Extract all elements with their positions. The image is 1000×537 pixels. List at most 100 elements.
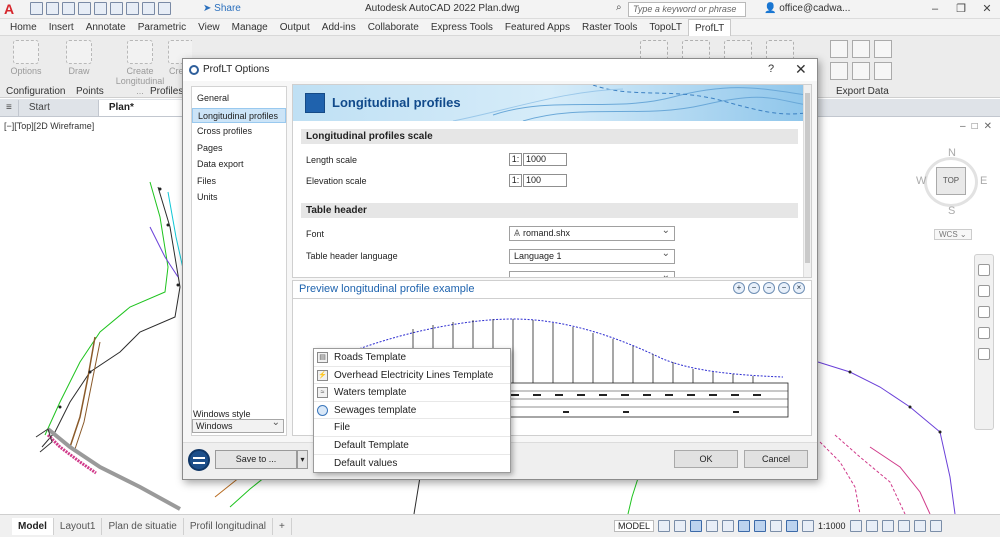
polar-icon[interactable] <box>706 520 719 532</box>
nav-item-data-export[interactable]: Data export <box>192 157 286 173</box>
wcs-menu[interactable]: WCS ⌄ <box>934 229 972 240</box>
showmotion-icon[interactable] <box>978 348 990 360</box>
add-layout-button[interactable]: + <box>273 517 292 535</box>
viewport-label[interactable]: [−][Top][2D Wireframe] <box>4 121 94 131</box>
export-table-icon[interactable] <box>830 40 848 58</box>
minimize-button[interactable]: – <box>922 0 948 19</box>
open-web-icon[interactable] <box>94 2 107 15</box>
file-tab-plan[interactable]: Plan* <box>98 100 185 116</box>
file-tabs-menu-icon[interactable]: ≡ <box>0 100 19 116</box>
new-file-icon[interactable] <box>30 2 43 15</box>
nav-item-units[interactable]: Units <box>192 190 286 206</box>
proflt-menu-icon[interactable] <box>188 449 210 471</box>
tab-raster-tools[interactable]: Raster Tools <box>576 19 643 36</box>
nav-item-longitudinal-profiles[interactable]: Longitudinal profiles <box>192 107 286 123</box>
options-button[interactable]: Options <box>8 40 44 76</box>
redo-icon[interactable] <box>142 2 155 15</box>
layout-tab-model[interactable]: Model <box>12 517 54 535</box>
tab-express-tools[interactable]: Express Tools <box>425 19 499 36</box>
tab-annotate[interactable]: Annotate <box>80 19 132 36</box>
zoom-window-icon[interactable]: − <box>763 282 775 294</box>
steering-wheel-icon[interactable] <box>978 264 990 276</box>
add-icon[interactable] <box>865 520 878 532</box>
save-as-icon[interactable] <box>78 2 91 15</box>
menu-item-sewages-template[interactable]: Sewages template <box>314 402 510 420</box>
hardware-acceleration-icon[interactable] <box>897 520 910 532</box>
object-snap-tracking-icon[interactable] <box>738 520 751 532</box>
orbit-icon[interactable] <box>978 327 990 339</box>
zoom-icon[interactable] <box>978 306 990 318</box>
menu-item-electricity-template[interactable]: ⚡ Overhead Electricity Lines Template <box>314 367 510 385</box>
ortho-icon[interactable] <box>690 520 703 532</box>
zoom-reset-icon[interactable]: × <box>793 282 805 294</box>
pan-icon[interactable] <box>978 285 990 297</box>
object-snap-icon[interactable] <box>754 520 767 532</box>
isolate-icon[interactable] <box>881 520 894 532</box>
save-to-button[interactable]: Save to ... <box>215 450 297 469</box>
grid-icon[interactable] <box>658 520 671 532</box>
save-to-dropdown-arrow[interactable]: ▾ <box>297 450 308 469</box>
elevation-scale-input[interactable]: 100 <box>523 174 567 187</box>
compass-north[interactable]: N <box>948 147 956 159</box>
annotation-scale[interactable]: 1:1000 <box>818 521 846 531</box>
viewport-maximize-button[interactable]: □ <box>972 121 978 132</box>
ok-button[interactable]: OK <box>674 450 738 468</box>
export-chart-icon[interactable] <box>852 62 870 80</box>
nav-item-pages[interactable]: Pages <box>192 141 286 157</box>
windows-style-select[interactable]: Windows <box>192 417 284 433</box>
restore-button[interactable]: ❐ <box>948 0 974 19</box>
search-icon[interactable]: ⌕ <box>616 2 622 13</box>
save-icon[interactable] <box>62 2 75 15</box>
tab-home[interactable]: Home <box>4 19 43 36</box>
nav-item-files[interactable]: Files <box>192 174 286 190</box>
lineweight-icon[interactable] <box>770 520 783 532</box>
tab-manage[interactable]: Manage <box>226 19 274 36</box>
menu-item-roads-template[interactable]: ▤ Roads Template <box>314 349 510 367</box>
autocad-logo-icon[interactable]: A <box>4 1 22 18</box>
menu-item-default-template[interactable]: Default Template <box>314 437 510 455</box>
settings-scrollbar[interactable] <box>803 85 811 277</box>
scrollbar-thumb[interactable] <box>805 93 810 263</box>
dialog-close-button[interactable]: ✕ <box>795 61 807 78</box>
nav-item-general[interactable]: General <box>192 91 286 107</box>
tab-output[interactable]: Output <box>274 19 316 36</box>
viewport-close-button[interactable]: ✕ <box>984 121 992 132</box>
tab-view[interactable]: View <box>192 19 226 36</box>
zoom-extents-icon[interactable]: − <box>778 282 790 294</box>
compass-west[interactable]: W <box>916 175 926 187</box>
print-icon[interactable] <box>110 2 123 15</box>
export-excel-icon[interactable] <box>830 62 848 80</box>
snap-icon[interactable] <box>674 520 687 532</box>
tab-insert[interactable]: Insert <box>43 19 80 36</box>
layout-tab-layout1[interactable]: Layout1 <box>54 517 103 535</box>
layout-tab-plan-de-situatie[interactable]: Plan de situatie <box>102 517 184 535</box>
zoom-in-icon[interactable]: + <box>733 282 745 294</box>
viewport-minimize-button[interactable]: – <box>960 121 966 132</box>
model-space-toggle[interactable]: MODEL <box>614 520 655 532</box>
cancel-button[interactable]: Cancel <box>744 450 808 468</box>
draw-button[interactable]: Draw <box>64 40 94 76</box>
workspace-icon[interactable] <box>158 2 171 15</box>
export-profile-icon[interactable] <box>874 40 892 58</box>
menu-item-default-values[interactable]: Default values <box>314 455 510 473</box>
auto-scale-icon[interactable] <box>802 520 815 532</box>
compass-east[interactable]: E <box>980 175 987 187</box>
font-select[interactable]: Ѧromand.shx <box>509 224 675 241</box>
close-window-button[interactable]: ✕ <box>974 0 1000 19</box>
file-tab-start[interactable]: Start <box>19 100 99 116</box>
menu-item-waters-template[interactable]: ≈ Waters template <box>314 384 510 402</box>
isodraft-icon[interactable] <box>722 520 735 532</box>
annotation-visibility-icon[interactable] <box>786 520 799 532</box>
search-input[interactable]: Type a keyword or phrase <box>628 2 746 17</box>
tab-collaborate[interactable]: Collaborate <box>362 19 425 36</box>
open-file-icon[interactable] <box>46 2 59 15</box>
viewcube[interactable]: N W E S TOP <box>908 147 994 237</box>
workspace-gear-icon[interactable] <box>849 520 862 532</box>
zoom-out-icon[interactable]: − <box>748 282 760 294</box>
table-header-language-select[interactable]: Language 1 <box>509 247 675 264</box>
export-file-icon[interactable] <box>874 62 892 80</box>
tab-add-ins[interactable]: Add-ins <box>316 19 362 36</box>
customization-menu-icon[interactable] <box>929 520 942 532</box>
undo-icon[interactable] <box>126 2 139 15</box>
length-scale-input[interactable]: 1000 <box>523 153 567 166</box>
